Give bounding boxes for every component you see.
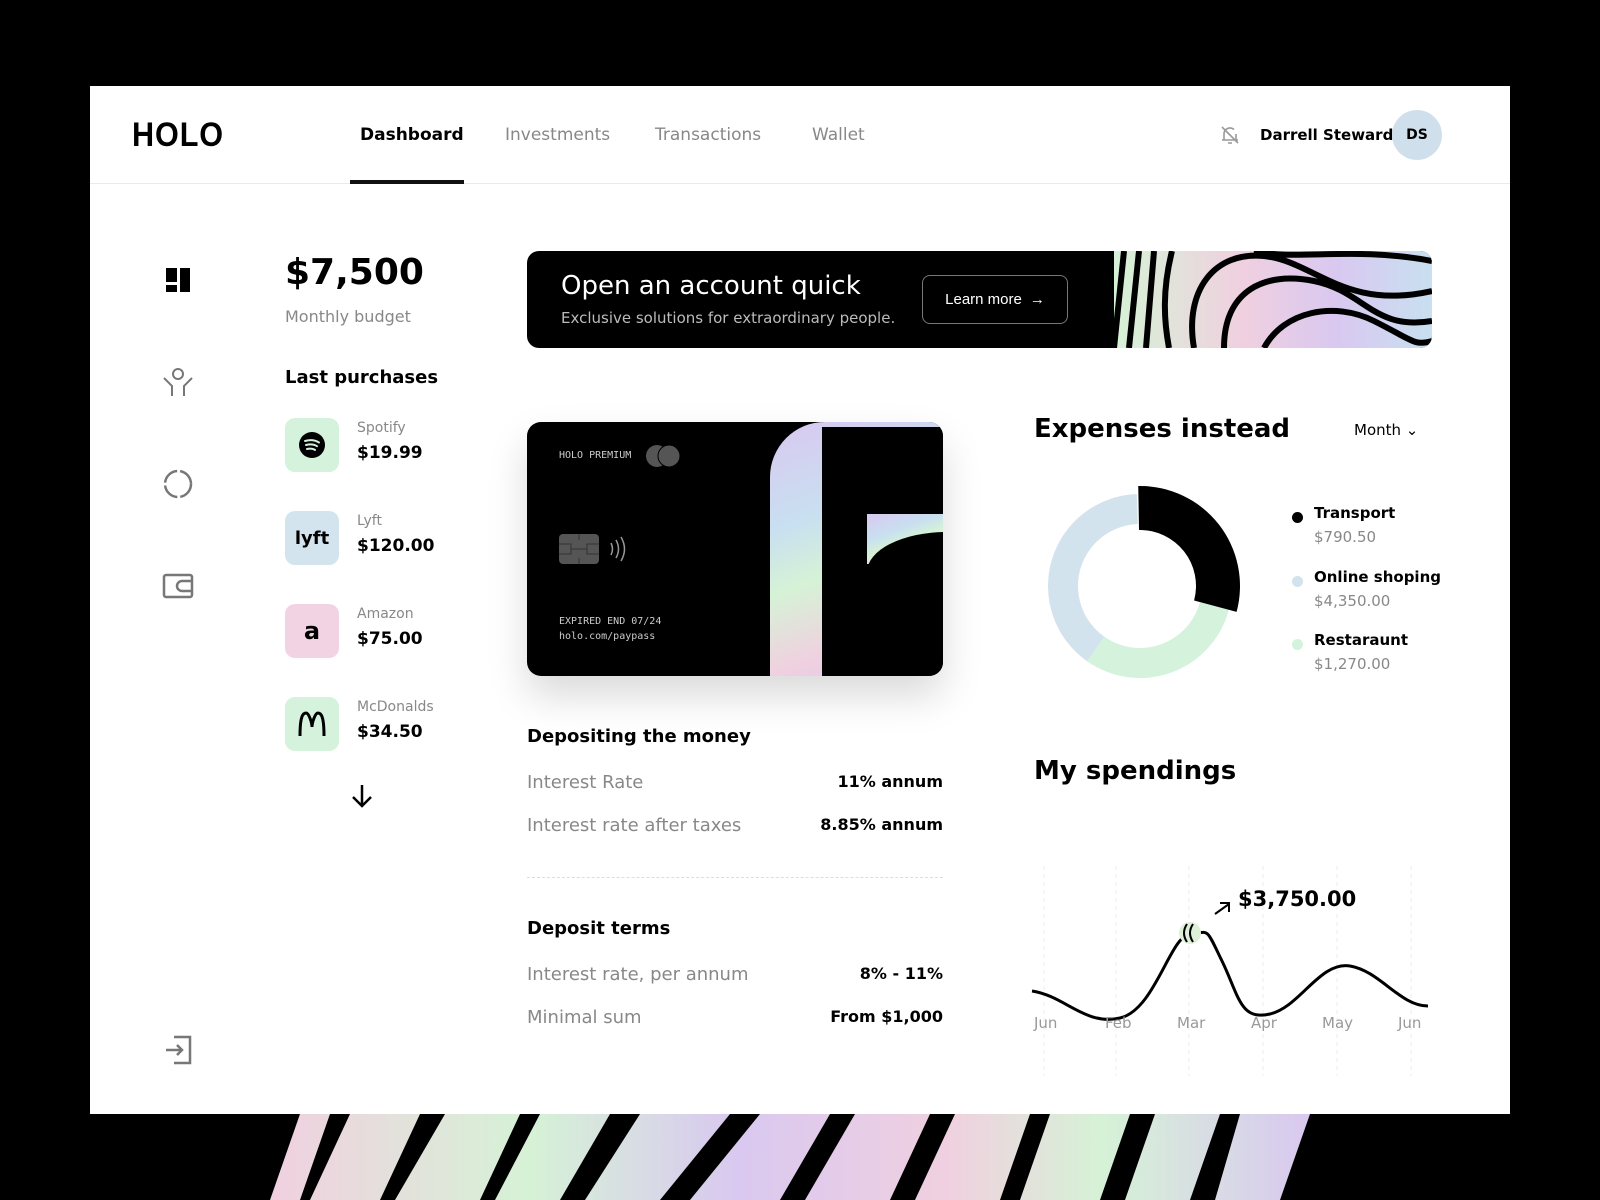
credit-card[interactable]: HOLO PREMIUM EXPIRED END 07/24 holo.com/… bbox=[527, 422, 943, 676]
tab-wallet[interactable]: Wallet bbox=[812, 125, 865, 145]
logo: HOLO bbox=[132, 116, 224, 154]
banner-title: Open an account quick bbox=[561, 271, 861, 301]
learn-more-label: Learn more bbox=[945, 291, 1022, 308]
card-logo-bowl bbox=[822, 427, 906, 511]
legend-dot-restaurant bbox=[1292, 639, 1303, 650]
purchase-name: Lyft bbox=[357, 513, 382, 529]
slice-restaurant bbox=[1087, 602, 1229, 678]
purchase-name: Amazon bbox=[357, 606, 414, 622]
period-label: Month bbox=[1354, 421, 1402, 439]
legend-amount: $790.50 bbox=[1314, 528, 1377, 546]
chip-icon bbox=[559, 534, 626, 564]
spotify-icon bbox=[285, 418, 339, 472]
expenses-donut-chart bbox=[1048, 486, 1240, 678]
slice-transport bbox=[1138, 486, 1240, 612]
legend-dot-online-shopping bbox=[1292, 576, 1303, 587]
slice-online-shopping bbox=[1048, 494, 1138, 662]
purchase-amount: $19.99 bbox=[357, 443, 423, 463]
info-row: Interest rate, per annum 8% - 11% bbox=[527, 964, 943, 985]
arrow-down-icon[interactable] bbox=[348, 782, 376, 810]
info-row: Interest Rate 11% annum bbox=[527, 772, 943, 793]
mastercard-icon bbox=[646, 444, 681, 468]
month-label: Mar bbox=[1177, 1014, 1206, 1032]
legend-label: Restaraunt bbox=[1314, 631, 1408, 649]
user-icon[interactable] bbox=[160, 364, 196, 400]
holographic-waves-decoration bbox=[1114, 251, 1432, 348]
legend-label: Transport bbox=[1314, 504, 1396, 522]
highlight-value: $3,750.00 bbox=[1238, 887, 1356, 911]
purchase-amount: $120.00 bbox=[357, 536, 435, 556]
budget-label: Monthly budget bbox=[285, 307, 411, 326]
spendings-line bbox=[1031, 930, 1429, 1021]
logout-icon[interactable] bbox=[160, 1032, 196, 1068]
active-tab-indicator bbox=[350, 180, 464, 184]
chevron-down-icon: ⌄ bbox=[1405, 421, 1419, 439]
tab-investments[interactable]: Investments bbox=[505, 125, 610, 145]
tab-dashboard[interactable]: Dashboard bbox=[360, 125, 464, 145]
purchase-name: Spotify bbox=[357, 420, 406, 436]
purchase-amount: $75.00 bbox=[357, 629, 423, 649]
avatar[interactable]: DS bbox=[1392, 110, 1442, 160]
bell-off-icon[interactable] bbox=[1218, 123, 1242, 147]
learn-more-button[interactable]: Learn more → bbox=[922, 275, 1068, 324]
card-brand: HOLO PREMIUM bbox=[559, 450, 632, 461]
spendings-line-chart: $3,750.00 bbox=[1031, 866, 1429, 1076]
banner-subtitle: Exclusive solutions for extraordinary pe… bbox=[561, 309, 896, 327]
dashboard-icon[interactable] bbox=[160, 262, 196, 298]
promo-banner: Open an account quick Exclusive solution… bbox=[527, 251, 1432, 348]
budget-amount: $7,500 bbox=[285, 252, 424, 293]
month-label: May bbox=[1322, 1014, 1354, 1032]
arrow-right-icon: → bbox=[1029, 291, 1045, 308]
month-label: Apr bbox=[1251, 1014, 1277, 1032]
month-label: Jun bbox=[1034, 1014, 1058, 1032]
user-name[interactable]: Darrell Steward bbox=[1260, 126, 1393, 144]
deposit-terms-title: Deposit terms bbox=[527, 918, 671, 939]
holographic-stripes-decoration bbox=[270, 1114, 1310, 1200]
chart-circle-icon[interactable] bbox=[160, 466, 196, 502]
spendings-title: My spendings bbox=[1034, 756, 1237, 786]
month-label: Jun bbox=[1398, 1014, 1422, 1032]
card-expiry: EXPIRED END 07/24 bbox=[559, 616, 662, 627]
legend-amount: $4,350.00 bbox=[1314, 592, 1391, 610]
card-logo-fill bbox=[867, 532, 943, 676]
wallet-icon[interactable] bbox=[160, 568, 196, 604]
tab-transactions[interactable]: Transactions bbox=[655, 125, 761, 145]
legend-dot-transport bbox=[1292, 512, 1303, 523]
purchase-name: McDonalds bbox=[357, 699, 434, 715]
purchase-amount: $34.50 bbox=[357, 722, 423, 742]
period-dropdown[interactable]: Month ⌄ bbox=[1354, 421, 1418, 439]
expenses-title: Expenses instead bbox=[1034, 414, 1291, 444]
legend-label: Online shoping bbox=[1314, 568, 1441, 586]
mcdonalds-icon bbox=[285, 697, 339, 751]
info-row: Interest rate after taxes 8.85% annum bbox=[527, 815, 943, 836]
amazon-icon: a bbox=[285, 604, 339, 658]
dashboard-panel: HOLO Dashboard Investments Transactions … bbox=[90, 86, 1510, 1114]
lyft-icon: lyft bbox=[285, 511, 339, 565]
info-row: Minimal sum From $1,000 bbox=[527, 1007, 943, 1028]
month-label: Feb bbox=[1105, 1014, 1132, 1032]
top-nav: HOLO Dashboard Investments Transactions … bbox=[90, 86, 1510, 184]
legend-amount: $1,270.00 bbox=[1314, 655, 1391, 673]
card-url: holo.com/paypass bbox=[559, 631, 656, 642]
divider bbox=[527, 877, 943, 878]
arrow-up-right-icon bbox=[1214, 902, 1230, 915]
last-purchases-title: Last purchases bbox=[285, 367, 439, 388]
depositing-title: Depositing the money bbox=[527, 726, 751, 747]
